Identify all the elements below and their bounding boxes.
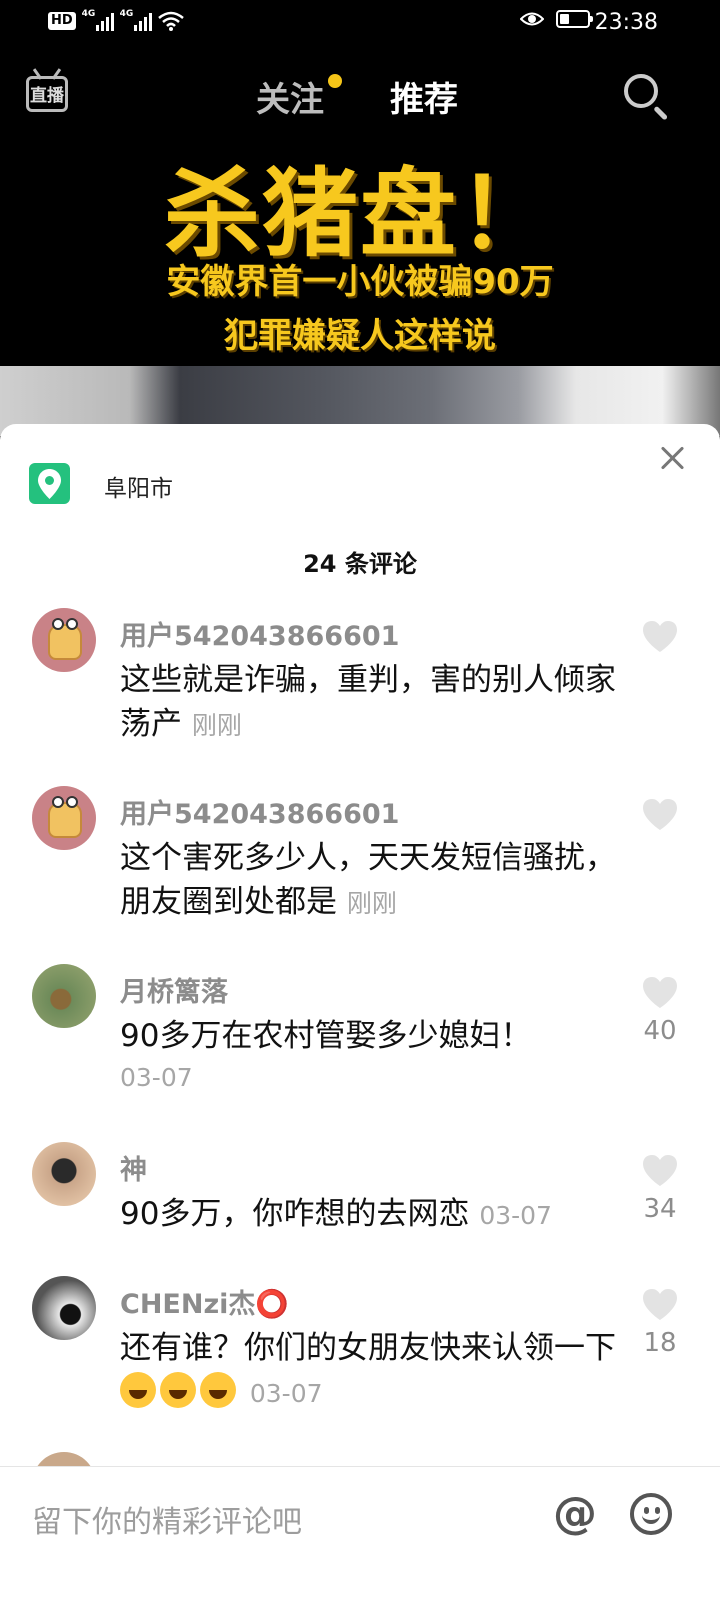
comment-body: 90多万在农村管娶多少媳妇！ xyxy=(120,1018,532,1054)
comment-body: 还有谁？你们的女朋友快来认领一下 xyxy=(120,1330,616,1366)
search-icon[interactable] xyxy=(622,72,670,121)
heart-icon xyxy=(643,621,677,652)
comment-input-bar: @ xyxy=(0,1466,720,1600)
tab-follow[interactable]: 关注 xyxy=(256,72,342,121)
like-button[interactable] xyxy=(640,620,680,654)
sim2-label: 4G xyxy=(119,9,134,19)
comment-body: 90多万，你咋想的去网恋 xyxy=(120,1196,470,1232)
comment-text: 这个害死多少人，天天发短信骚扰，朋友圈到处都是 刚刚 xyxy=(120,836,620,926)
heart-icon xyxy=(643,977,677,1008)
like-count: 40 xyxy=(643,1016,677,1046)
comment-time: 刚刚 xyxy=(191,711,242,740)
laugh-emoji-icon xyxy=(200,1372,236,1408)
tab-recommend-label: 推荐 xyxy=(390,80,458,120)
mention-button[interactable]: @ xyxy=(552,1491,598,1537)
comment-input[interactable] xyxy=(32,1497,512,1547)
video-subtitle-1: 安徽界首一小伙被骗90万 xyxy=(166,262,554,302)
comment-username[interactable]: 用户542043866601 xyxy=(120,792,399,831)
live-label: 直播 xyxy=(30,86,64,106)
avatar[interactable] xyxy=(32,964,96,1028)
heart-icon xyxy=(643,1155,677,1186)
video-subtitle-2: 犯罪嫌疑人这样说 xyxy=(224,316,496,356)
eye-icon xyxy=(520,12,544,26)
location-pin-icon xyxy=(29,463,70,504)
comment-time: 03-07 xyxy=(120,1063,193,1092)
comment-username[interactable]: 月桥篱落 xyxy=(120,970,228,1009)
comment-text: 还有谁？你们的女朋友快来认领一下 03-07 xyxy=(120,1326,620,1416)
comment-count: 24 条评论 xyxy=(303,550,417,578)
avatar[interactable] xyxy=(32,786,96,850)
avatar[interactable] xyxy=(32,1142,96,1206)
like-count: 34 xyxy=(643,1194,677,1224)
like-button[interactable]: 18 xyxy=(640,1288,680,1358)
heart-icon xyxy=(643,799,677,830)
laugh-emoji-icon xyxy=(120,1372,156,1408)
like-button[interactable] xyxy=(640,798,680,832)
sim1-label: 4G xyxy=(81,9,96,19)
live-button[interactable]: 直播 xyxy=(26,68,68,112)
like-button[interactable]: 34 xyxy=(640,1154,680,1224)
comment-time: 03-07 xyxy=(249,1379,323,1408)
status-right xyxy=(520,10,593,28)
battery-icon xyxy=(556,10,593,28)
notification-dot xyxy=(328,74,342,88)
comment-time: 刚刚 xyxy=(346,889,397,918)
status-bar: HD 4G 4G 23:38 xyxy=(0,0,720,50)
clock: 23:38 xyxy=(594,10,658,35)
comment-text: 90多万，你咋想的去网恋 03-07 xyxy=(120,1192,620,1238)
comment-time: 03-07 xyxy=(479,1201,552,1230)
avatar[interactable] xyxy=(32,608,96,672)
tab-recommend[interactable]: 推荐 xyxy=(390,72,458,121)
status-left: HD 4G 4G xyxy=(48,9,184,31)
tab-follow-label: 关注 xyxy=(256,80,324,120)
emoji-icon[interactable] xyxy=(630,1493,672,1535)
signal-icon: 4G xyxy=(119,9,152,31)
like-count: 18 xyxy=(643,1328,677,1358)
laugh-emoji-icon xyxy=(160,1372,196,1408)
comment-text: 90多万在农村管娶多少媳妇！ 03-07 xyxy=(120,1014,620,1098)
wifi-icon xyxy=(157,11,184,31)
comment-sheet: 阜阳市 24 条评论 用户542043866601 这些就是诈骗，重判，害的别人… xyxy=(0,424,720,1600)
close-icon[interactable] xyxy=(657,442,689,474)
comment-username[interactable]: 神 xyxy=(120,1148,147,1187)
comment-username[interactable]: 用户542043866601 xyxy=(120,614,399,653)
like-button[interactable]: 40 xyxy=(640,976,680,1046)
comment-username[interactable]: CHENzi杰⭕ xyxy=(120,1282,289,1321)
comment-text: 这些就是诈骗，重判，害的别人倾家荡产 刚刚 xyxy=(120,658,620,748)
video-player[interactable]: 杀猪盘！ 安徽界首一小伙被骗90万 犯罪嫌疑人这样说 xyxy=(0,130,720,436)
avatar[interactable] xyxy=(32,1276,96,1340)
signal-icon: 4G xyxy=(81,9,114,31)
heart-icon xyxy=(643,1289,677,1320)
location-label[interactable]: 阜阳市 xyxy=(104,469,173,503)
hd-icon: HD xyxy=(48,12,76,30)
top-nav: 直播 关注 推荐 xyxy=(0,60,720,140)
